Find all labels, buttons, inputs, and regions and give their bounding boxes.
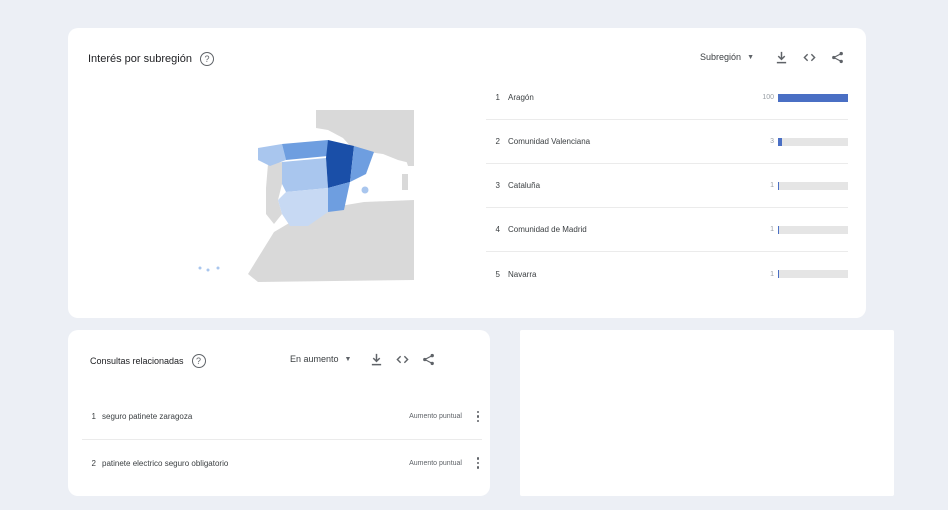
region-value: 1 bbox=[770, 226, 774, 233]
region-toolbar: Subregión ▼ bbox=[694, 48, 844, 66]
region-rank: 3 bbox=[495, 181, 500, 190]
caret-down-icon: ▼ bbox=[747, 53, 754, 61]
embed-code-icon[interactable] bbox=[802, 50, 816, 64]
map-region-north bbox=[282, 140, 328, 160]
query-rank: 1 bbox=[91, 412, 96, 421]
region-bar-track bbox=[778, 137, 848, 146]
download-icon[interactable] bbox=[369, 352, 383, 366]
resolution-select[interactable]: Subregión ▼ bbox=[694, 48, 760, 66]
region-bar-track bbox=[778, 181, 848, 190]
region-row[interactable]: 3 Cataluña 1 bbox=[486, 164, 848, 208]
region-row[interactable]: 2 Comunidad Valenciana 3 bbox=[486, 120, 848, 164]
region-card-title: Interés por subregión bbox=[88, 53, 192, 65]
map-region-canarias-3 bbox=[216, 266, 220, 270]
more-vert-icon[interactable] bbox=[474, 410, 482, 423]
region-row[interactable]: 1 Aragón 100 bbox=[486, 76, 848, 120]
query-row[interactable]: 1 seguro patinete zaragoza Aumento puntual bbox=[82, 394, 482, 440]
region-value: 1 bbox=[770, 182, 774, 189]
query-list: 1 seguro patinete zaragoza Aumento puntual… bbox=[82, 394, 482, 486]
region-list: 1 Aragón 100 2 Comunidad Valenciana 3 3 Cataluñ… bbox=[486, 76, 848, 296]
share-icon[interactable] bbox=[830, 50, 844, 64]
map-region-castilla bbox=[282, 158, 328, 192]
map-region-canarias bbox=[198, 266, 202, 270]
region-card-header: Interés por subregión ? bbox=[88, 52, 214, 66]
queries-filter-select[interactable]: En aumento ▼ bbox=[284, 350, 357, 368]
region-name: Comunidad Valenciana bbox=[508, 137, 591, 146]
region-bar-track bbox=[778, 225, 848, 234]
region-name: Navarra bbox=[508, 269, 537, 279]
map-region-canarias-2 bbox=[206, 268, 210, 272]
query-badge: Aumento puntual bbox=[409, 413, 462, 420]
share-icon[interactable] bbox=[421, 352, 435, 366]
region-bar-track bbox=[778, 270, 848, 278]
map-land-sardinia bbox=[402, 174, 408, 190]
region-bar-fill bbox=[778, 93, 848, 102]
resolution-select-label: Subregión bbox=[700, 52, 742, 62]
queries-card-title: Consultas relacionadas bbox=[90, 356, 184, 366]
region-rank: 5 bbox=[495, 269, 500, 279]
region-name: Aragón bbox=[508, 93, 534, 102]
queries-toolbar: En aumento ▼ bbox=[284, 350, 435, 368]
region-bar-fill bbox=[778, 225, 780, 234]
help-icon[interactable]: ? bbox=[191, 354, 206, 368]
query-badge: Aumento puntual bbox=[409, 459, 462, 467]
region-row[interactable]: 5 Navarra 1 bbox=[486, 252, 848, 296]
download-icon[interactable] bbox=[774, 50, 788, 64]
region-rank: 4 bbox=[495, 225, 500, 234]
related-queries-card: Consultas relacionadas ? En aumento ▼ 1s… bbox=[68, 330, 490, 496]
region-interest-card: Interés por subregión ? Subregión ▼ 1 Ar… bbox=[68, 28, 866, 318]
region-value: 1 bbox=[770, 270, 774, 278]
region-name: Cataluña bbox=[508, 181, 541, 190]
region-value: 100 bbox=[762, 94, 774, 101]
more-vert-icon[interactable] bbox=[474, 457, 482, 469]
spain-region-map[interactable] bbox=[178, 104, 428, 288]
region-bar-track bbox=[778, 93, 848, 102]
region-bar-fill bbox=[778, 181, 780, 190]
map-region-cataluna bbox=[350, 146, 374, 182]
empty-panel bbox=[520, 330, 894, 496]
region-name: Comunidad de Madrid bbox=[508, 225, 587, 234]
region-bar-fill bbox=[778, 137, 783, 146]
caret-down-icon: ▼ bbox=[344, 355, 352, 363]
region-rank: 1 bbox=[495, 93, 500, 102]
queries-card-header: Consultas relacionadas ? bbox=[90, 354, 206, 368]
region-bar-fill bbox=[778, 270, 780, 278]
help-icon[interactable]: ? bbox=[199, 52, 214, 66]
map-region-baleares bbox=[361, 186, 369, 194]
queries-filter-label: En aumento bbox=[290, 354, 339, 364]
region-rank: 2 bbox=[495, 137, 500, 146]
region-row[interactable]: 4 Comunidad de Madrid 1 bbox=[486, 208, 848, 252]
query-rank: 2 bbox=[91, 458, 96, 468]
map-region-aragon bbox=[326, 140, 354, 188]
query-text[interactable]: seguro patinete zaragoza bbox=[102, 412, 409, 421]
region-value: 3 bbox=[770, 138, 774, 145]
map-land-portugal bbox=[266, 162, 282, 224]
embed-code-icon[interactable] bbox=[395, 352, 409, 366]
query-row[interactable]: 2 patinete electrico seguro obligatorio Au… bbox=[82, 440, 482, 486]
query-text[interactable]: patinete electrico seguro obligatorio bbox=[102, 459, 409, 468]
